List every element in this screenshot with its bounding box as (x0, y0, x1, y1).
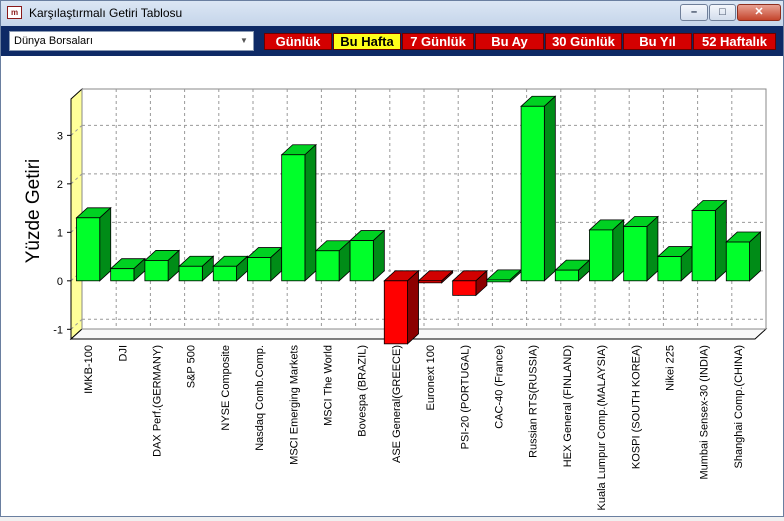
x-tick-label: Nikei 225 (665, 345, 677, 391)
x-tick-label: KOSPI (SOUTH KOREA) (630, 345, 642, 469)
bar-front-face (418, 280, 443, 284)
bar-front-face (144, 260, 169, 282)
window-title: Karşılaştırmalı Getiri Tablosu (29, 6, 183, 20)
bar-front-face (691, 210, 716, 282)
bar-side-face (99, 206, 112, 282)
bar-front-face (247, 257, 272, 282)
bar-front-face (452, 280, 477, 296)
x-tick-label: MSCI The World (323, 345, 335, 426)
bar (383, 269, 420, 345)
bar-front-face (76, 217, 101, 282)
app-window: m Karşılaştırmalı Getiri Tablosu – □ ✕ D… (0, 0, 784, 517)
x-tick-label: Nasdaq Comb.Comp. (254, 345, 266, 451)
market-select[interactable]: Dünya Borsaları ▼ (9, 31, 254, 51)
bar (280, 143, 317, 282)
returns-chart: -1 0 1 2 3 Yüzde Getiri IMKB-100 DJI DAX Perf.… (23, 87, 768, 510)
maximize-icon: □ (719, 6, 726, 18)
bar (656, 245, 694, 282)
y-tick-label: 2 (57, 179, 63, 191)
bar (314, 239, 352, 282)
period-button-gunluk[interactable]: Günlük (264, 33, 332, 50)
x-tick-label: Bovespa (BRAZIL) (357, 345, 369, 437)
y-tick-label: 0 (57, 276, 63, 288)
title-bar[interactable]: m Karşılaştırmalı Getiri Tablosu – □ ✕ (1, 1, 783, 27)
bar-front-face (554, 269, 579, 282)
period-button-52-haftalik[interactable]: 52 Haftalık (693, 33, 776, 50)
x-tick-label: Kuala Lumpur Comp.(MALAYSIA) (596, 345, 608, 510)
y-tick-label: 1 (57, 227, 63, 239)
x-tick-label: Euronext 100 (425, 345, 437, 410)
bar-front-face (178, 265, 203, 282)
bar-side-face (304, 143, 317, 282)
close-button[interactable]: ✕ (737, 4, 781, 21)
bar (246, 246, 283, 282)
bar (622, 215, 659, 282)
bar (75, 206, 112, 282)
y-tick-label: 3 (57, 130, 63, 142)
maximize-button[interactable]: □ (709, 4, 736, 21)
bar (725, 231, 762, 282)
bar-front-face (520, 105, 545, 282)
period-button-30-gunluk[interactable]: 30 Günlük (545, 33, 622, 50)
x-tick-label: Russian RTS(RUSSIA) (528, 345, 540, 458)
bar-front-face (623, 226, 648, 282)
minimize-button[interactable]: – (680, 4, 708, 21)
x-tick-label: DAX Perf.(GERMANY) (152, 345, 164, 457)
x-tick-label: CAC-40 (France) (494, 345, 506, 429)
market-select-value: Dünya Borsaları (14, 35, 93, 47)
bar-side-face (714, 199, 727, 282)
bar-front-face (486, 279, 511, 283)
period-button-bu-hafta[interactable]: Bu Hafta (333, 33, 401, 50)
bar-front-face (725, 241, 750, 282)
x-tick-label: IMKB-100 (83, 345, 95, 394)
bar-side-face (543, 95, 556, 282)
period-button-bu-yil[interactable]: Bu Yıl (623, 33, 692, 50)
bar (520, 95, 557, 282)
minimize-icon: – (690, 6, 698, 18)
chevron-down-icon[interactable]: ▼ (237, 34, 251, 48)
x-tick-label: PSI-20 (PORTUGAL) (459, 345, 471, 449)
bar (349, 229, 386, 282)
period-button-7-gunluk[interactable]: 7 Günlük (402, 33, 474, 50)
bar-front-face (315, 250, 340, 282)
x-tick-label: MSCI Emerging Markets (288, 345, 300, 465)
bar (691, 199, 728, 282)
app-icon: m (7, 6, 22, 19)
x-tick-label: ASE General(GREECE) (391, 345, 403, 463)
x-tick-label: NYSE Composite (220, 345, 232, 431)
x-tick-label: S&P 500 (186, 345, 198, 388)
bar-front-face (349, 240, 374, 282)
bar-side-face (646, 215, 659, 282)
x-tick-label: Mumbai Sensex-30 (INDIA) (699, 345, 711, 480)
x-tick-label: Shanghai Comp.(CHINA) (733, 345, 745, 469)
chart-area: -1 0 1 2 3 Yüzde Getiri IMKB-100 DJI DAX Perf.… (1, 56, 783, 516)
x-tick-label: DJI (117, 345, 129, 362)
bar-front-face (657, 256, 682, 282)
bar-front-face (383, 280, 408, 345)
bar-side-face (407, 269, 419, 345)
toolbar: Dünya Borsaları ▼ Günlük Bu Hafta 7 Günl… (1, 26, 783, 56)
bar-front-face (589, 229, 614, 282)
bar-front-face (281, 154, 306, 282)
y-axis-label: Yüzde Getiri (23, 159, 44, 264)
y-tick-label: -1 (53, 324, 63, 336)
bar-front-face (110, 268, 135, 282)
bar (588, 219, 625, 282)
x-tick-label: HEX General (FINLAND) (562, 345, 574, 467)
bar-side-face (612, 219, 625, 282)
bar-front-face (212, 265, 237, 282)
period-button-bu-ay[interactable]: Bu Ay (475, 33, 544, 50)
close-icon: ✕ (754, 6, 764, 18)
